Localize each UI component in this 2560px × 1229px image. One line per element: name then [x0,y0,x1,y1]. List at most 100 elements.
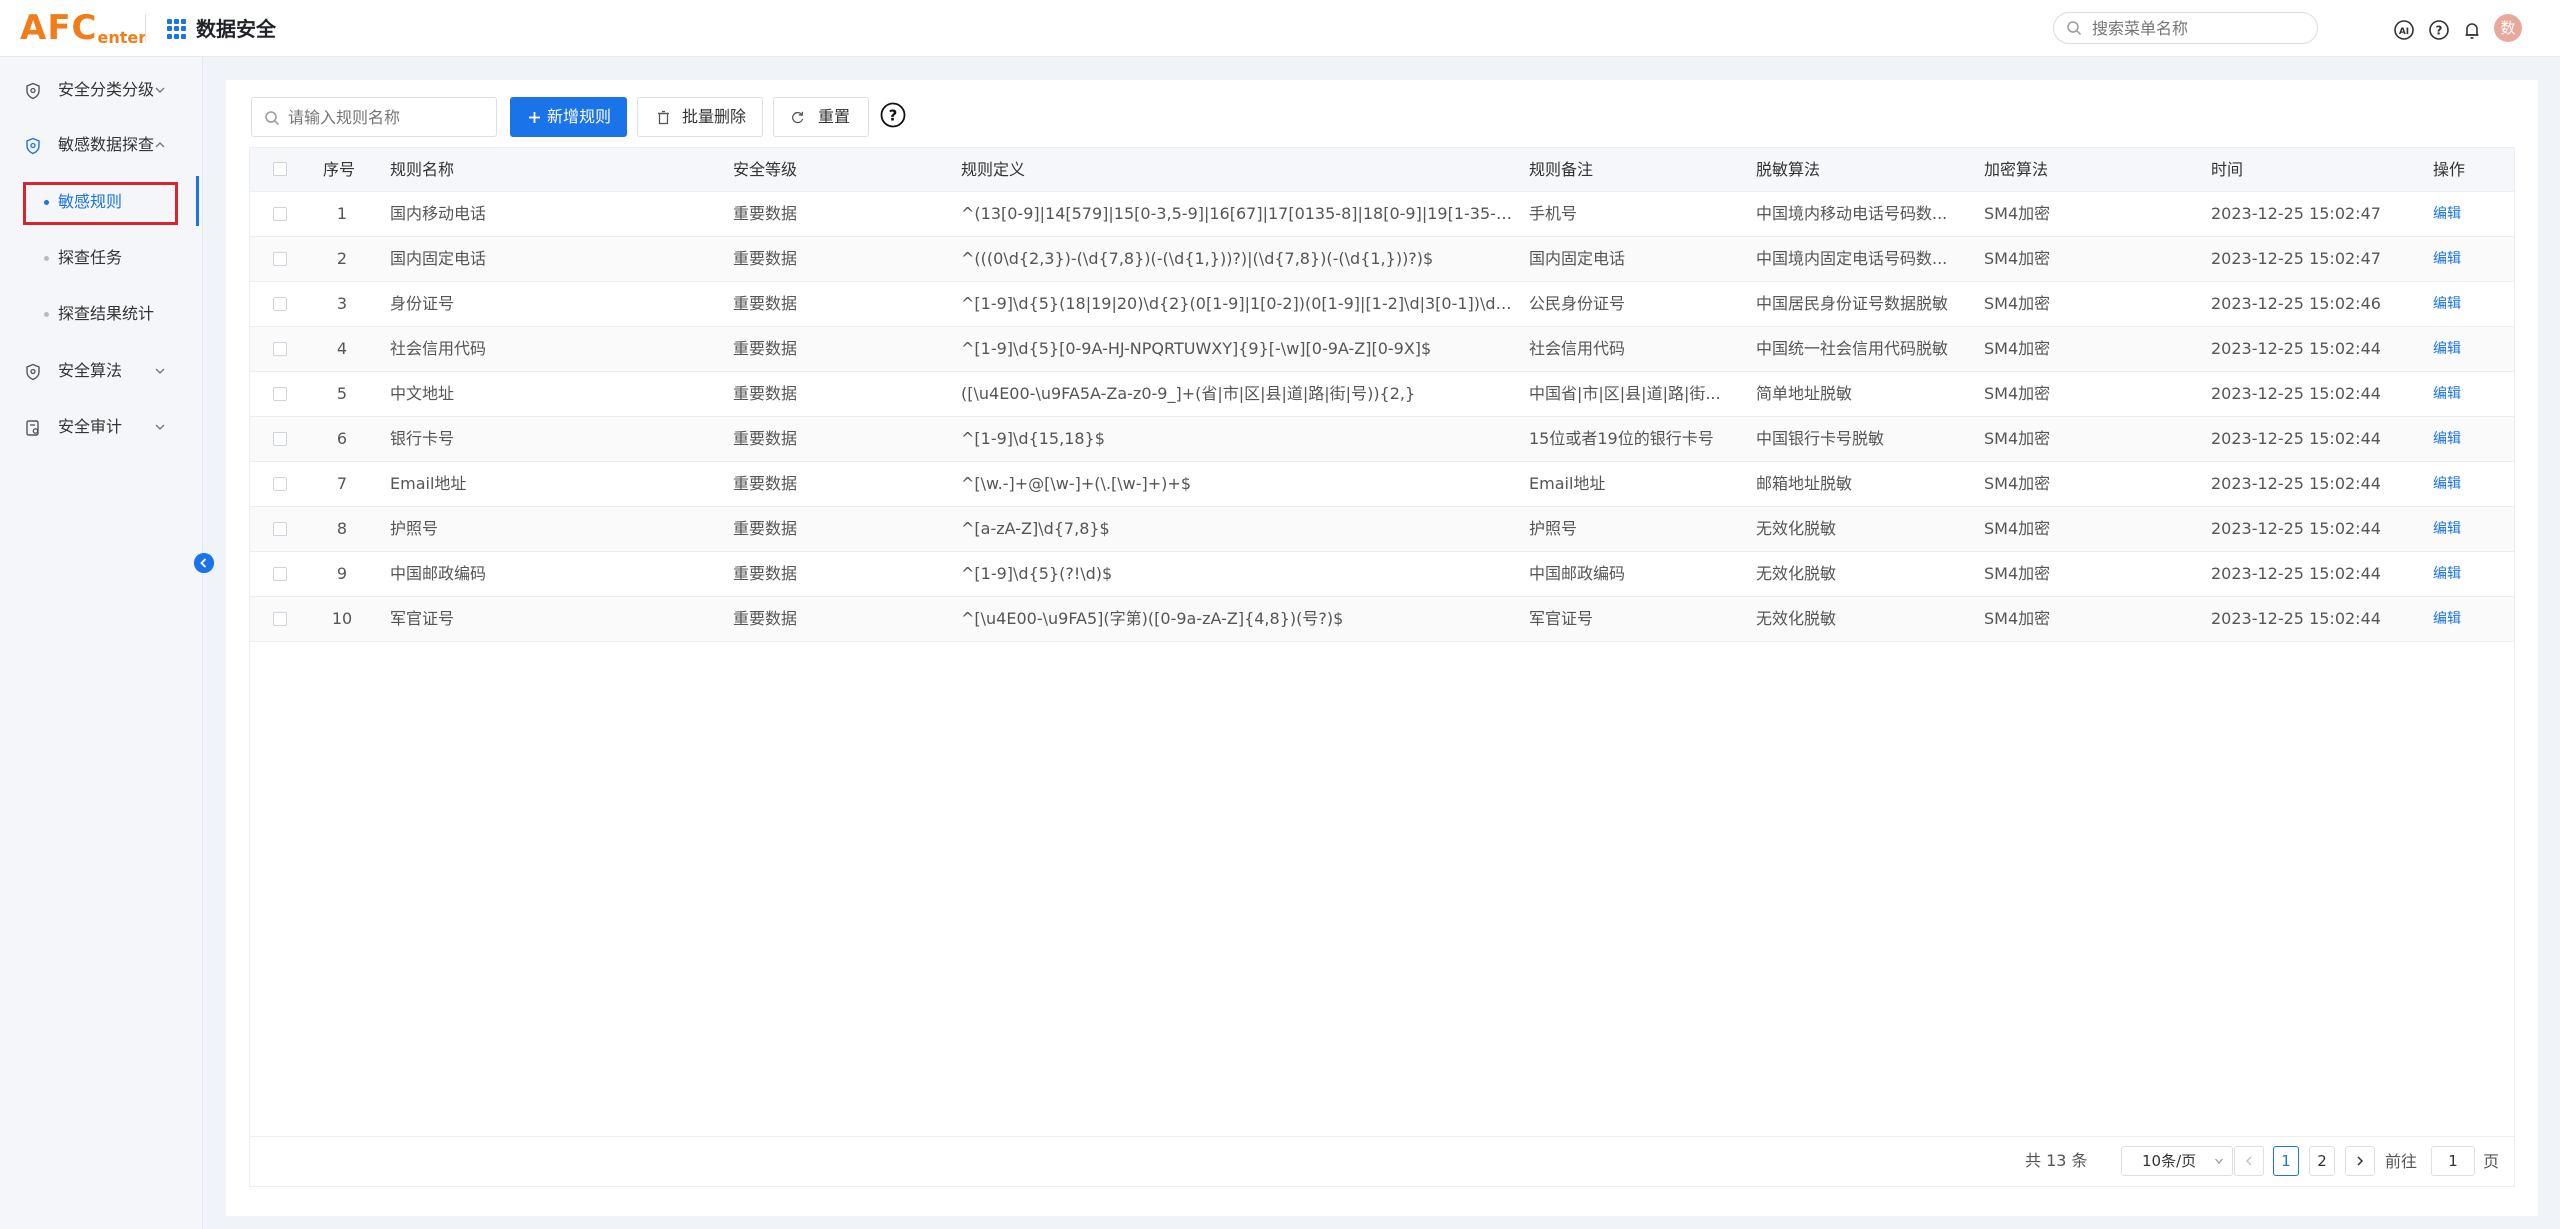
cell-security-level: 重要数据 [733,474,798,493]
row-checkbox[interactable] [273,207,287,221]
logo[interactable]: AFCenter [20,8,147,48]
cell-security-level: 重要数据 [733,204,798,223]
cell-rule-name: 身份证号 [390,294,455,313]
table-row: 10 军官证号 重要数据 ^[\u4E00-\u9FA5](字第)([0-9a-zA-… [250,597,2514,642]
reset-button[interactable]: 重置 [773,97,869,137]
edit-link[interactable]: 编辑 [2433,372,2493,416]
edit-link[interactable]: 编辑 [2433,282,2493,326]
cell-rule-note: 手机号 [1529,204,1578,223]
row-checkbox[interactable] [273,342,287,356]
sidebar-subitem-detect-tasks[interactable]: 探查任务 [0,238,200,278]
select-all-checkbox[interactable] [273,162,287,176]
bell-icon[interactable] [2461,19,2483,41]
bullet-dot [44,256,49,261]
collapse-sidebar-icon[interactable] [194,553,214,573]
page-2-button[interactable]: 2 [2309,1146,2335,1176]
cell-rule-note: 军官证号 [1529,609,1594,628]
cell-rule-definition: ^[1-9]\d{5}(18|19|20)\d{2}(0[1-9]|1[0-2]… [961,294,1516,313]
cell-time: 2023-12-25 15:02:44 [2211,609,2381,628]
row-checkbox[interactable] [273,297,287,311]
table-row: 1 国内移动电话 重要数据 ^(13[0-9]|14[579]|15[0-3,5-9]… [250,192,2514,237]
sidebar-item-audit[interactable]: 安全审计 [0,407,200,447]
user-avatar[interactable]: 数 [2494,14,2522,42]
sidebar-item-sensitive-detect[interactable]: 敏感数据探查 [0,125,200,165]
rule-name-input[interactable] [288,107,488,127]
cell-encryption-algorithm: SM4加密 [1984,474,2051,493]
svg-text:?: ? [889,107,898,125]
edit-link[interactable]: 编辑 [2433,417,2493,461]
chevron-up-icon [155,142,165,148]
cell-time: 2023-12-25 15:02:44 [2211,429,2381,448]
cell-rule-definition: ^[\w.-]+@[\w-]+(\.[\w-]+)+$ [961,474,1191,493]
pagination: 共 13 条 10条/页 1 2 前往 1 页 [250,1136,2514,1186]
help-icon[interactable]: ? [2428,19,2450,41]
col-header: 操作 [2433,160,2466,179]
prev-page-button[interactable] [2234,1146,2264,1176]
cell-rule-definition: ([\u4E00-\u9FA5A-Za-z0-9_]+(省|市|区|县|道|路|… [961,384,1416,403]
edit-link[interactable]: 编辑 [2433,462,2493,506]
help-circle-icon[interactable]: ? [880,102,906,128]
rule-name-search[interactable] [251,97,497,137]
edit-link[interactable]: 编辑 [2433,507,2493,551]
add-rule-button[interactable]: 新增规则 [510,97,627,137]
cell-masking-algorithm: 无效化脱敏 [1756,564,1837,583]
row-checkbox[interactable] [273,522,287,536]
svg-text:?: ? [2436,24,2443,38]
row-checkbox[interactable] [273,567,287,581]
cell-rule-name: 军官证号 [390,609,455,628]
row-checkbox[interactable] [273,387,287,401]
edit-link[interactable]: 编辑 [2433,327,2493,371]
cell-security-level: 重要数据 [733,249,798,268]
cell-masking-algorithm: 中国居民身份证号数据脱敏 [1756,294,1949,313]
ai-icon[interactable]: AI [2393,19,2415,41]
cell-time: 2023-12-25 15:02:47 [2211,204,2381,223]
cell-time: 2023-12-25 15:02:44 [2211,564,2381,583]
goto-page-input[interactable]: 1 [2431,1146,2475,1176]
cell-encryption-algorithm: SM4加密 [1984,384,2051,403]
cell-rule-note: Email地址 [1529,474,1606,493]
cell-encryption-algorithm: SM4加密 [1984,249,2051,268]
col-header: 规则备注 [1529,160,1594,179]
table-row: 5 中文地址 重要数据 ([\u4E00-\u9FA5A-Za-z0-9_]+(省|市… [250,372,2514,417]
sidebar-subitem-detect-stats[interactable]: 探查结果统计 [0,294,200,334]
page-1-button[interactable]: 1 [2273,1146,2299,1176]
sidebar-item-classification[interactable]: 安全分类分级 [0,70,200,110]
cell-rule-definition: ^[\u4E00-\u9FA5](字第)([0-9a-zA-Z]{4,8})(号… [961,609,1344,628]
cell-rule-note: 公民身份证号 [1529,294,1626,313]
edit-link[interactable]: 编辑 [2433,552,2493,596]
cell-security-level: 重要数据 [733,609,798,628]
row-checkbox[interactable] [273,252,287,266]
edit-link[interactable]: 编辑 [2433,597,2493,641]
chevron-down-icon [155,424,165,430]
row-checkbox[interactable] [273,477,287,491]
cell-encryption-algorithm: SM4加密 [1984,609,2051,628]
table-header: 序号 规则名称 安全等级 规则定义 规则备注 脱敏算法 加密算法 时间 操作 [250,148,2514,192]
cell-index: 7 [336,474,348,493]
menu-search[interactable] [2053,12,2318,44]
page-size-select[interactable]: 10条/页 [2121,1146,2233,1176]
refresh-icon [792,111,804,124]
cell-time: 2023-12-25 15:02:46 [2211,294,2381,313]
sidebar-item-label: 安全审计 [58,417,123,436]
rules-table: 序号 规则名称 安全等级 规则定义 规则备注 脱敏算法 加密算法 时间 操作 1… [249,147,2515,1187]
cell-index: 8 [336,519,348,538]
menu-search-input[interactable] [2092,18,2307,38]
cell-rule-definition: ^[1-9]\d{15,18}$ [961,429,1105,448]
apps-grid-icon[interactable] [167,19,187,39]
edit-link[interactable]: 编辑 [2433,192,2493,236]
batch-delete-button[interactable]: 批量删除 [637,97,763,137]
cell-rule-name: 护照号 [390,519,439,538]
logo-sub: enter [97,28,147,47]
cell-masking-algorithm: 简单地址脱敏 [1756,384,1853,403]
row-checkbox[interactable] [273,612,287,626]
sidebar-item-algorithm[interactable]: 安全算法 [0,351,200,391]
cell-rule-note: 中国省|市|区|县|道|路|街... [1529,384,1721,403]
logo-main: AFC [20,8,98,48]
cell-masking-algorithm: 无效化脱敏 [1756,609,1837,628]
col-header: 规则定义 [961,160,1026,179]
row-checkbox[interactable] [273,432,287,446]
col-header: 安全等级 [733,160,798,179]
highlight-box [23,182,178,225]
edit-link[interactable]: 编辑 [2433,237,2493,281]
next-page-button[interactable] [2345,1146,2375,1176]
